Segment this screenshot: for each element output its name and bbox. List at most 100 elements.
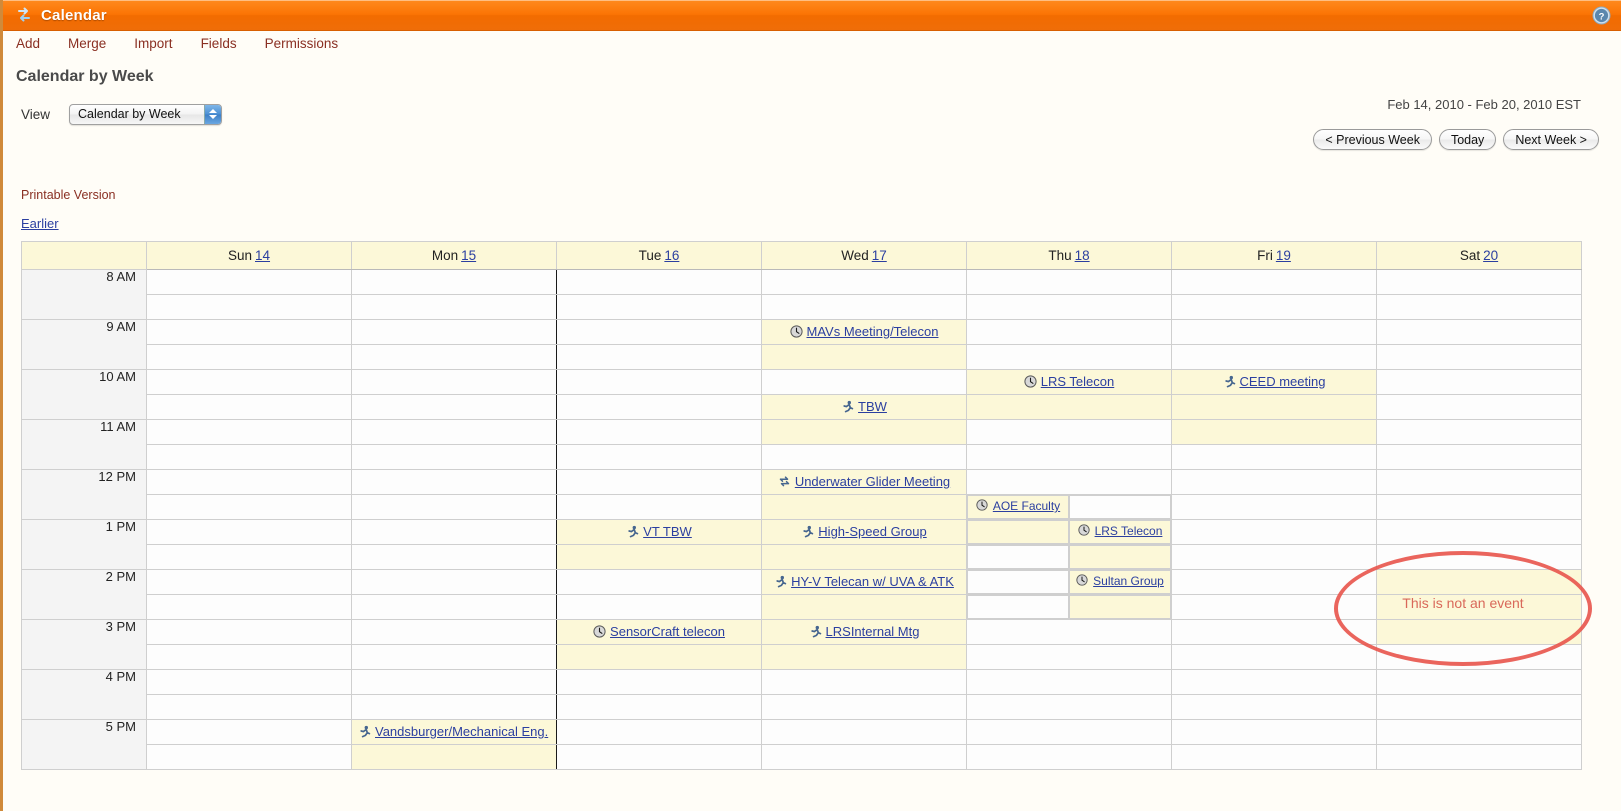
cell-mon-0800[interactable]: [351, 269, 557, 295]
cell-thu-1530[interactable]: [966, 644, 1172, 670]
cell-tue-0900[interactable]: [556, 319, 762, 345]
cell-tue-1300[interactable]: VT TBW: [556, 519, 762, 545]
event-lrs-telecon-thu[interactable]: LRS Telecon: [967, 370, 1171, 390]
cell-sat-1100[interactable]: [1376, 419, 1582, 445]
event-sensorcraft-telecon[interactable]: SensorCraft telecon: [557, 620, 761, 640]
subevent-slot-empty[interactable]: [967, 570, 1069, 594]
cell-fri-1530[interactable]: [1171, 644, 1377, 670]
cell-fri-1630[interactable]: [1171, 694, 1377, 720]
cell-sat-1230[interactable]: [1376, 494, 1582, 520]
cell-wed-1300[interactable]: High-Speed Group: [761, 519, 967, 545]
subevent-slot-empty[interactable]: [967, 545, 1069, 569]
cell-tue-1430[interactable]: [556, 594, 762, 620]
cell-fri-1600[interactable]: [1171, 669, 1377, 695]
cell-thu-1430[interactable]: [966, 594, 1172, 620]
cell-mon-0930[interactable]: [351, 344, 557, 370]
cell-fri-1500[interactable]: [1171, 619, 1377, 645]
cell-wed-1030[interactable]: TBW: [761, 394, 967, 420]
cell-tue-1330[interactable]: [556, 544, 762, 570]
event-sultan-group[interactable]: Sultan Group: [1070, 571, 1170, 590]
cell-tue-0800[interactable]: [556, 269, 762, 295]
cell-fri-1200[interactable]: [1171, 469, 1377, 495]
subevent-lrs-telecon-body[interactable]: [1069, 545, 1171, 569]
cell-sun-1730[interactable]: [146, 744, 352, 770]
cell-wed-1200[interactable]: Underwater Glider Meeting: [761, 469, 967, 495]
cell-thu-1630[interactable]: [966, 694, 1172, 720]
subevent-aoe-faculty-cont[interactable]: [967, 520, 1069, 544]
event-vandsburger[interactable]: Vandsburger/Mechanical Eng.: [352, 720, 556, 740]
cell-wed-0930[interactable]: [761, 344, 967, 370]
cell-tue-1630[interactable]: [556, 694, 762, 720]
day-number-sat[interactable]: 20: [1483, 248, 1498, 263]
subevent-slot-empty[interactable]: [1069, 495, 1171, 519]
cell-fri-1700[interactable]: [1171, 719, 1377, 745]
cell-thu-1030[interactable]: [966, 394, 1172, 420]
cell-mon-1700[interactable]: Vandsburger/Mechanical Eng.: [351, 719, 557, 745]
menu-add[interactable]: Add: [16, 36, 40, 51]
cell-sat-0800[interactable]: [1376, 269, 1582, 295]
cell-wed-0800[interactable]: [761, 269, 967, 295]
day-number-fri[interactable]: 19: [1276, 248, 1291, 263]
cell-tue-1200[interactable]: [556, 469, 762, 495]
cell-fri-1230[interactable]: [1171, 494, 1377, 520]
cell-mon-0900[interactable]: [351, 319, 557, 345]
subevent-sultan-group[interactable]: Sultan Group: [1069, 570, 1171, 594]
day-number-tue[interactable]: 16: [664, 248, 679, 263]
printable-version-link[interactable]: Printable Version: [21, 188, 116, 202]
cell-sat-1030[interactable]: [1376, 394, 1582, 420]
cell-mon-1000[interactable]: [351, 369, 557, 395]
cell-sat-1430[interactable]: [1376, 594, 1582, 620]
cell-sat-0830[interactable]: [1376, 294, 1582, 320]
cell-fri-1300[interactable]: [1171, 519, 1377, 545]
cell-fri-1000[interactable]: CEED meeting: [1171, 369, 1377, 395]
cell-fri-0900[interactable]: [1171, 319, 1377, 345]
cell-sat-1400[interactable]: [1376, 569, 1582, 595]
cell-mon-1200[interactable]: [351, 469, 557, 495]
cell-wed-1500[interactable]: LRSInternal Mtg: [761, 619, 967, 645]
menu-import[interactable]: Import: [134, 36, 172, 51]
cell-fri-1400[interactable]: [1171, 569, 1377, 595]
cell-mon-1600[interactable]: [351, 669, 557, 695]
event-mavs-meeting[interactable]: MAVs Meeting/Telecon: [762, 320, 966, 340]
cell-thu-1130[interactable]: [966, 444, 1172, 470]
cell-tue-1100[interactable]: [556, 419, 762, 445]
cell-wed-1330[interactable]: [761, 544, 967, 570]
cell-tue-1130[interactable]: [556, 444, 762, 470]
event-vt-tbw[interactable]: VT TBW: [557, 520, 761, 540]
cell-sun-1530[interactable]: [146, 644, 352, 670]
cell-sun-1430[interactable]: [146, 594, 352, 620]
cell-sun-0830[interactable]: [146, 294, 352, 320]
cell-sat-0900[interactable]: [1376, 319, 1582, 345]
cell-fri-1100[interactable]: [1171, 419, 1377, 445]
cell-sun-0900[interactable]: [146, 319, 352, 345]
cell-fri-1430[interactable]: [1171, 594, 1377, 620]
cell-sun-1030[interactable]: [146, 394, 352, 420]
cell-fri-1030[interactable]: [1171, 394, 1377, 420]
cell-tue-1230[interactable]: [556, 494, 762, 520]
event-aoe-faculty[interactable]: AOE Faculty: [968, 496, 1068, 515]
cell-sun-1700[interactable]: [146, 719, 352, 745]
cell-thu-0900[interactable]: [966, 319, 1172, 345]
cell-wed-1730[interactable]: [761, 744, 967, 770]
cell-fri-1130[interactable]: [1171, 444, 1377, 470]
cell-thu-1300[interactable]: LRS Telecon: [966, 519, 1172, 545]
cell-tue-1030[interactable]: [556, 394, 762, 420]
cell-thu-1230[interactable]: AOE Faculty: [966, 494, 1172, 520]
cell-sun-1200[interactable]: [146, 469, 352, 495]
day-number-wed[interactable]: 17: [872, 248, 887, 263]
cell-sat-1700[interactable]: [1376, 719, 1582, 745]
cell-wed-1230[interactable]: [761, 494, 967, 520]
cell-tue-1600[interactable]: [556, 669, 762, 695]
next-week-button[interactable]: Next Week >: [1503, 129, 1599, 150]
cell-tue-1530[interactable]: [556, 644, 762, 670]
cell-thu-1730[interactable]: [966, 744, 1172, 770]
cell-fri-0930[interactable]: [1171, 344, 1377, 370]
cell-sat-1600[interactable]: [1376, 669, 1582, 695]
menu-permissions[interactable]: Permissions: [265, 36, 339, 51]
cell-tue-1500[interactable]: SensorCraft telecon: [556, 619, 762, 645]
view-select[interactable]: Calendar by Week: [69, 103, 223, 125]
cell-mon-1630[interactable]: [351, 694, 557, 720]
event-tbw[interactable]: TBW: [762, 395, 966, 415]
cell-wed-1130[interactable]: [761, 444, 967, 470]
cell-mon-1100[interactable]: [351, 419, 557, 445]
